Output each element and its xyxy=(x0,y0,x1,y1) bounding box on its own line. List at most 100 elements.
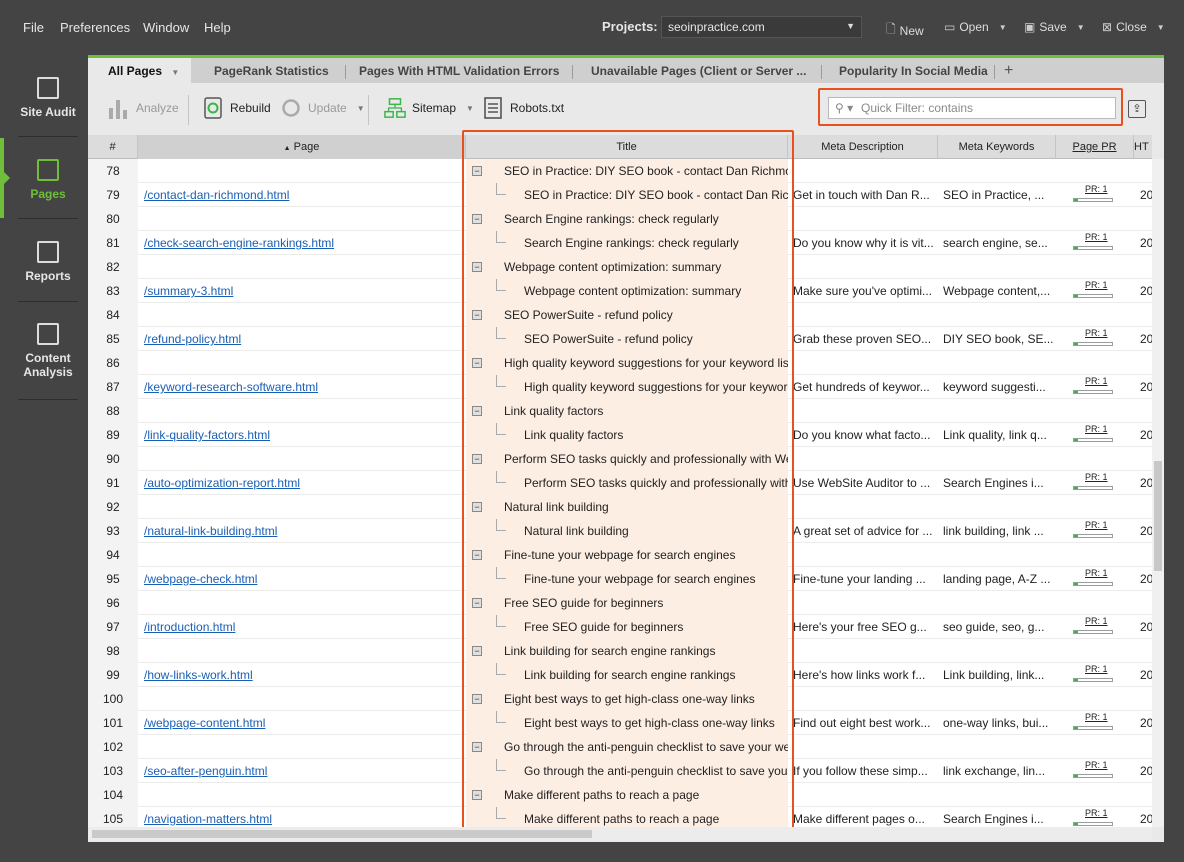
project-select[interactable]: seoinpractice.com ▼ xyxy=(661,16,862,38)
close-button[interactable]: ⊠ Close ▼ xyxy=(1102,20,1165,34)
table-row[interactable]: 92 Natural link building − xyxy=(88,495,1152,519)
collapse-icon[interactable]: − xyxy=(472,214,482,224)
page-link[interactable]: /contact-dan-richmond.html xyxy=(144,183,462,207)
table-row[interactable]: 91/auto-optimization-report.html Perform … xyxy=(88,471,1152,495)
table-row[interactable]: 84 SEO PowerSuite - refund policy − xyxy=(88,303,1152,327)
tab-unavailable-pages[interactable]: Unavailable Pages (Client or Server ... xyxy=(591,64,806,78)
table-row[interactable]: 103/seo-after-penguin.html Go through the… xyxy=(88,759,1152,783)
page-link[interactable]: /seo-after-penguin.html xyxy=(144,759,462,783)
nav-reports[interactable]: Reports xyxy=(18,241,78,283)
quick-filter-input[interactable] xyxy=(828,97,1116,119)
nav-pages[interactable]: Pages xyxy=(18,159,78,201)
collapse-icon[interactable]: − xyxy=(472,694,482,704)
projects-label: Projects: xyxy=(602,19,658,34)
column-header-page-pr[interactable]: Page PR xyxy=(1056,135,1134,159)
table-row[interactable]: 88 Link quality factors − xyxy=(88,399,1152,423)
horizontal-scrollbar-thumb[interactable] xyxy=(92,830,592,838)
meta-keywords-cell: Webpage content,... xyxy=(943,284,1051,298)
analyze-button[interactable]: Analyze xyxy=(108,96,179,120)
table-row[interactable]: 86 High quality keyword suggestions for y… xyxy=(88,351,1152,375)
page-link[interactable]: /introduction.html xyxy=(144,615,462,639)
rebuild-button[interactable]: Rebuild xyxy=(202,96,271,120)
meta-description-cell: Make sure you've optimi... xyxy=(793,284,933,298)
tree-connector xyxy=(496,711,506,723)
collapse-icon[interactable]: − xyxy=(472,262,482,272)
collapse-icon[interactable]: − xyxy=(472,406,482,416)
collapse-icon[interactable]: − xyxy=(472,550,482,560)
menu-file[interactable]: File xyxy=(23,20,44,35)
collapse-icon[interactable]: − xyxy=(472,742,482,752)
column-header-num[interactable]: # xyxy=(88,135,138,159)
column-header-title[interactable]: Title xyxy=(466,135,788,159)
page-link[interactable]: /link-quality-factors.html xyxy=(144,423,462,447)
table-row[interactable]: 81/check-search-engine-rankings.html Sear… xyxy=(88,231,1152,255)
column-header-meta-keywords[interactable]: Meta Keywords xyxy=(938,135,1056,159)
ht-cell: 20 xyxy=(1140,236,1152,250)
table-row[interactable]: 85/refund-policy.html SEO PowerSuite - re… xyxy=(88,327,1152,351)
table-row[interactable]: 90 Perform SEO tasks quickly and professi… xyxy=(88,447,1152,471)
export-icon[interactable]: ⇪ xyxy=(1128,100,1146,118)
table-row[interactable]: 82 Webpage content optimization: summary − xyxy=(88,255,1152,279)
column-header-ht[interactable]: HT xyxy=(1134,135,1152,159)
collapse-icon[interactable]: − xyxy=(472,502,482,512)
table-row[interactable]: 104 Make different paths to reach a page − xyxy=(88,783,1152,807)
page-link[interactable]: /refund-policy.html xyxy=(144,327,462,351)
table-row[interactable]: 98 Link building for search engine rankin… xyxy=(88,639,1152,663)
page-link[interactable]: /auto-optimization-report.html xyxy=(144,471,462,495)
page-link[interactable]: /how-links-work.html xyxy=(144,663,462,687)
open-button[interactable]: ▭ Open ▼ xyxy=(944,20,1007,34)
new-button[interactable]: 🗋 New xyxy=(886,20,924,41)
save-button[interactable]: ▣ Save ▼ xyxy=(1024,20,1085,34)
page-link[interactable]: /webpage-content.html xyxy=(144,711,462,735)
update-button[interactable]: Update ▼ xyxy=(280,96,365,120)
page-link[interactable]: /summary-3.html xyxy=(144,279,462,303)
table-row[interactable]: 78 SEO in Practice: DIY SEO book - contac… xyxy=(88,159,1152,183)
collapse-icon[interactable]: − xyxy=(472,790,482,800)
nav-content-analysis[interactable]: Content Analysis xyxy=(18,323,78,379)
vertical-scrollbar-thumb[interactable] xyxy=(1154,461,1162,571)
tab-all-pages[interactable]: All Pages ▼ xyxy=(88,58,192,83)
table-row[interactable]: 94 Fine-tune your webpage for search engi… xyxy=(88,543,1152,567)
page-link[interactable]: /check-search-engine-rankings.html xyxy=(144,231,462,255)
robots-txt-button[interactable]: Robots.txt xyxy=(482,96,564,120)
tab-social-media[interactable]: Popularity In Social Media xyxy=(839,64,988,78)
sitemap-button[interactable]: Sitemap ▼ xyxy=(384,96,474,120)
menu-help[interactable]: Help xyxy=(204,20,231,35)
tab-html-validation-errors[interactable]: Pages With HTML Validation Errors xyxy=(359,64,559,78)
table-row[interactable]: 83/summary-3.html Webpage content optimiz… xyxy=(88,279,1152,303)
collapse-icon[interactable]: − xyxy=(472,598,482,608)
menu-preferences[interactable]: Preferences xyxy=(60,20,130,35)
nav-site-audit[interactable]: Site Audit xyxy=(18,77,78,119)
table-row[interactable]: 97/introduction.html Free SEO guide for b… xyxy=(88,615,1152,639)
table-row[interactable]: 101/webpage-content.html Eight best ways … xyxy=(88,711,1152,735)
table-row[interactable]: 80 Search Engine rankings: check regularl… xyxy=(88,207,1152,231)
column-header-meta-description[interactable]: Meta Description xyxy=(788,135,938,159)
table-row[interactable]: 105/navigation-matters.html Make differen… xyxy=(88,807,1152,827)
page-link[interactable]: /natural-link-building.html xyxy=(144,519,462,543)
collapse-icon[interactable]: − xyxy=(472,166,482,176)
table-row[interactable]: 96 Free SEO guide for beginners − xyxy=(88,591,1152,615)
page-link[interactable]: /navigation-matters.html xyxy=(144,807,462,827)
table-row[interactable]: 89/link-quality-factors.html Link quality… xyxy=(88,423,1152,447)
collapse-icon[interactable]: − xyxy=(472,310,482,320)
column-header-page[interactable]: ▲ Page xyxy=(138,135,466,159)
horizontal-scrollbar[interactable] xyxy=(88,827,1152,841)
page-link[interactable]: /keyword-research-software.html xyxy=(144,375,462,399)
table-row[interactable]: 93/natural-link-building.html Natural lin… xyxy=(88,519,1152,543)
table-row[interactable]: 100 Eight best ways to get high-class one… xyxy=(88,687,1152,711)
table-row[interactable]: 87/keyword-research-software.html High qu… xyxy=(88,375,1152,399)
rebuild-icon xyxy=(204,97,222,119)
page-link[interactable]: /webpage-check.html xyxy=(144,567,462,591)
collapse-icon[interactable]: − xyxy=(472,646,482,656)
collapse-icon[interactable]: − xyxy=(472,358,482,368)
tab-pagerank-statistics[interactable]: PageRank Statistics xyxy=(214,64,329,78)
menu-window[interactable]: Window xyxy=(143,20,189,35)
search-icon[interactable]: ⚲ ▾ xyxy=(835,101,853,115)
vertical-scrollbar[interactable] xyxy=(1152,159,1164,827)
table-row[interactable]: 79/contact-dan-richmond.html SEO in Pract… xyxy=(88,183,1152,207)
table-row[interactable]: 99/how-links-work.html Link building for … xyxy=(88,663,1152,687)
table-row[interactable]: 95/webpage-check.html Fine-tune your webp… xyxy=(88,567,1152,591)
collapse-icon[interactable]: − xyxy=(472,454,482,464)
add-tab-icon[interactable]: + xyxy=(1004,62,1013,80)
table-row[interactable]: 102 Go through the anti-penguin checklist… xyxy=(88,735,1152,759)
